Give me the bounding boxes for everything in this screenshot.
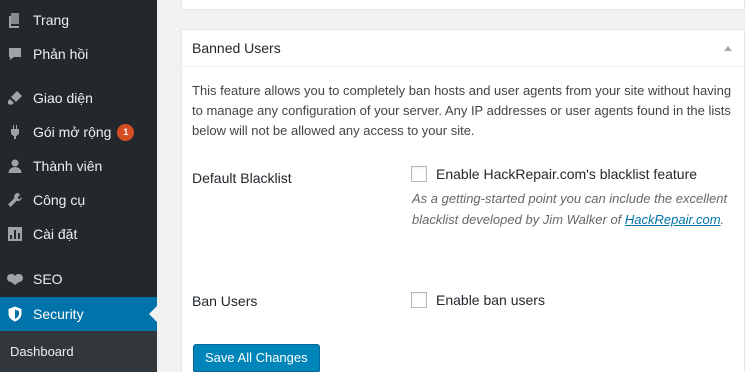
sidebar-item-label: Trang (33, 12, 70, 28)
seo-icon (6, 270, 24, 288)
ban-users-checkbox[interactable] (411, 292, 427, 308)
sidebar-item-security[interactable]: Security (0, 297, 157, 331)
admin-sidebar: Trang Phản hồi Giao diện Gói mở rộng 1 T… (0, 0, 157, 372)
previous-postbox (181, 0, 745, 10)
sidebar-item-settings[interactable]: Cài đặt (0, 217, 157, 251)
ban-users-option[interactable]: Enable ban users (411, 292, 545, 308)
ban-users-label: Ban Users (192, 293, 258, 309)
hackrepair-link[interactable]: HackRepair.com (625, 212, 721, 227)
banned-users-panel: Banned Users This feature allows you to … (181, 29, 745, 372)
security-submenu: Dashboard (0, 331, 157, 372)
sidebar-item-plugins[interactable]: Gói mở rộng 1 (0, 115, 157, 149)
default-blacklist-label: Default Blacklist (192, 170, 292, 186)
sidebar-item-label: Security (33, 306, 84, 322)
ban-users-checkbox-label: Enable ban users (436, 292, 545, 308)
sidebar-item-tools[interactable]: Công cụ (0, 183, 157, 217)
collapse-arrow-icon[interactable] (724, 45, 732, 51)
sidebar-item-label: SEO (33, 271, 63, 287)
hint-end: . (720, 212, 725, 227)
update-count-badge: 1 (117, 123, 135, 141)
comments-icon (6, 45, 24, 63)
tools-icon (6, 191, 24, 209)
sidebar-item-users[interactable]: Thành viên (0, 149, 157, 183)
sidebar-item-label: Thành viên (33, 158, 103, 174)
submenu-item-dashboard[interactable]: Dashboard (10, 344, 74, 359)
sidebar-item-label: Công cụ (33, 192, 86, 208)
sidebar-item-label: Giao diện (33, 90, 93, 106)
panel-title: Banned Users (192, 40, 281, 56)
sidebar-item-label: Phản hồi (33, 46, 89, 62)
panel-description: This feature allows you to completely ba… (192, 83, 732, 138)
appearance-icon (6, 89, 24, 107)
save-all-changes-button[interactable]: Save All Changes (193, 344, 320, 372)
default-blacklist-hint: As a getting-started point you can inclu… (412, 188, 732, 230)
pages-icon (6, 11, 24, 29)
settings-icon (6, 225, 24, 243)
default-blacklist-checkbox-label: Enable HackRepair.com's blacklist featur… (436, 166, 698, 182)
panel-header[interactable]: Banned Users (182, 30, 744, 67)
default-blacklist-checkbox[interactable] (411, 166, 427, 182)
sidebar-item-seo[interactable]: SEO (0, 262, 157, 296)
shield-icon (6, 305, 24, 323)
default-blacklist-option[interactable]: Enable HackRepair.com's blacklist featur… (411, 166, 697, 182)
plugins-icon (6, 123, 24, 141)
sidebar-item-label: Cài đặt (33, 226, 78, 242)
sidebar-item-pages[interactable]: Trang (0, 3, 157, 37)
sidebar-item-appearance[interactable]: Giao diện (0, 81, 157, 115)
sidebar-item-label: Gói mở rộng (33, 124, 112, 140)
sidebar-item-comments[interactable]: Phản hồi (0, 37, 157, 71)
users-icon (6, 157, 24, 175)
